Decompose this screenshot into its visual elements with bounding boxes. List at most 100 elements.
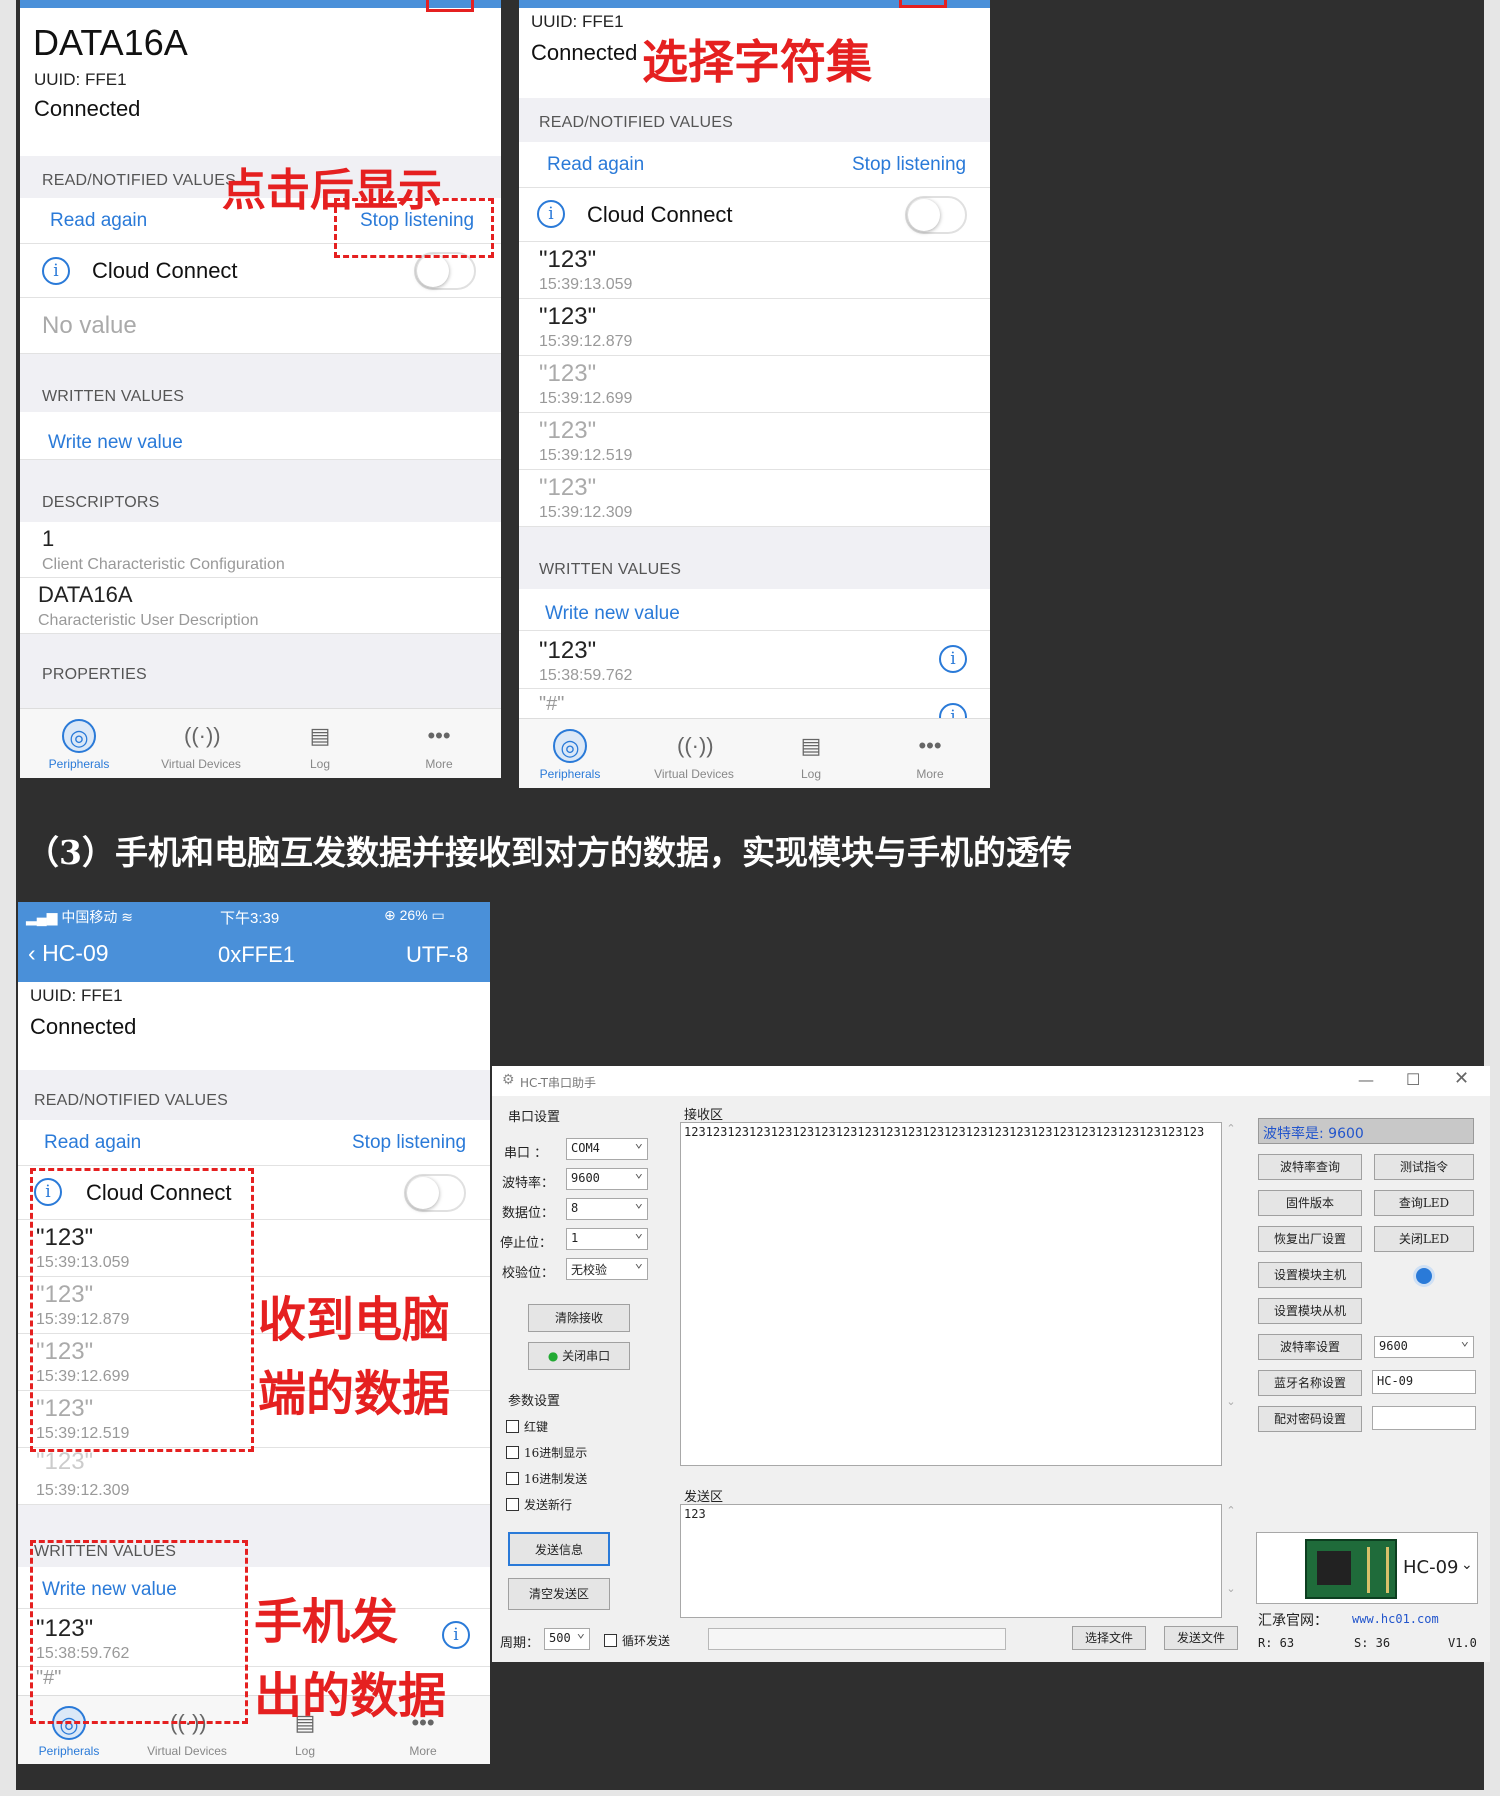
minimize-icon[interactable]: — (1358, 1070, 1374, 1089)
set-slave-button[interactable]: 设置模块从机 (1258, 1298, 1362, 1324)
baud-rate-display: 波特率是: 9600 (1258, 1118, 1474, 1144)
send-button[interactable]: 发送信息 (508, 1532, 610, 1566)
receive-textarea[interactable]: 1231231231231231231231231231231231231231… (680, 1122, 1222, 1466)
bluetooth-name-button[interactable]: 蓝牙名称设置 (1258, 1370, 1362, 1396)
info-icon[interactable]: i (42, 257, 70, 285)
checkbox-hex-display[interactable]: 16进制显示 (506, 1444, 587, 1461)
checkbox-red-key[interactable]: 红键 (506, 1418, 548, 1435)
uuid-label: UUID: FFE1 (531, 12, 624, 31)
tab-virtual-devices[interactable]: ((·)) Virtual Devices (639, 729, 749, 781)
info-icon[interactable]: i (442, 1621, 470, 1649)
tab-label: Peripherals (539, 767, 601, 781)
pair-password-button[interactable]: 配对密码设置 (1258, 1406, 1362, 1432)
module-select[interactable]: HC-09 ⌄ (1256, 1532, 1478, 1604)
value-timestamp: 15:39:12.879 (539, 333, 633, 350)
tab-log[interactable]: ▤ Log (265, 719, 375, 771)
tab-log[interactable]: ▤ Log (756, 729, 866, 781)
phone-screen-2: UUID: FFE1 Connected READ/NOTIFIED VALUE… (519, 0, 990, 788)
write-new-value-link[interactable]: Write new value (48, 432, 183, 454)
port-label: 串口 ： (504, 1146, 548, 1161)
port-settings-label: 串口设置 (508, 1110, 561, 1125)
set-master-button[interactable]: 设置模块主机 (1258, 1262, 1362, 1288)
tab-label: Peripherals (48, 757, 110, 771)
tab-peripherals[interactable]: ◎ Peripherals (24, 719, 134, 771)
descriptor-value: 1 (42, 526, 55, 551)
chevron-left-icon: ‹ (28, 940, 43, 966)
read-section-header: READ/NOTIFIED VALUES (18, 1070, 490, 1120)
website-link[interactable]: www.hc01.com (1352, 1612, 1439, 1626)
tab-peripherals[interactable]: ◎ Peripherals (519, 729, 625, 781)
port-select[interactable]: COM4 (566, 1135, 648, 1160)
port-status-icon: ● (547, 1349, 563, 1363)
checkbox-send-newline[interactable]: 发送新行 (506, 1496, 572, 1513)
annotation-received-line2: 端的数据 (258, 1366, 451, 1422)
clear-send-button[interactable]: 清空发送区 (508, 1578, 610, 1610)
checkbox-label: 发送新行 (524, 1498, 573, 1512)
info-icon[interactable]: i (939, 645, 967, 673)
read-value-row: "123" 15:39:12.519 (519, 413, 990, 470)
properties-section-header: PROPERTIES (20, 634, 501, 714)
maximize-icon[interactable]: ☐ (1406, 1070, 1420, 1089)
tab-label: Log (800, 767, 822, 781)
set-baud-button[interactable]: 波特率设置 (1258, 1334, 1362, 1360)
close-icon[interactable]: ✕ (1454, 1068, 1469, 1089)
period-input[interactable]: 500 (544, 1625, 590, 1650)
back-button[interactable]: ‹ HC-09 (28, 940, 109, 967)
choose-file-button[interactable]: 选择文件 (1072, 1626, 1146, 1650)
stop-listening-link[interactable]: Stop listening (352, 1132, 466, 1154)
receive-scrollbar[interactable]: ⌃ ⌄ (1224, 1122, 1238, 1466)
query-baud-button[interactable]: 波特率查询 (1258, 1154, 1362, 1180)
read-value-row: "123" 15:39:12.699 (519, 356, 990, 413)
tab-virtual-devices[interactable]: ((·)) Virtual Devices (146, 719, 256, 771)
test-command-button[interactable]: 测试指令 (1374, 1154, 1474, 1180)
value-timestamp: 15:39:12.519 (539, 447, 633, 464)
clear-receive-button[interactable]: 清除接收 (528, 1304, 630, 1332)
parity-select[interactable]: 无校验 (566, 1255, 648, 1280)
query-led-button[interactable]: 查询LED (1374, 1190, 1474, 1216)
close-led-button[interactable]: 关闭LED (1374, 1226, 1474, 1252)
stop-bits-select[interactable]: 1 (566, 1225, 648, 1250)
send-file-button[interactable]: 发送文件 (1164, 1626, 1238, 1650)
version-label: V1.0 (1448, 1636, 1477, 1650)
cloud-connect-toggle[interactable] (905, 196, 967, 234)
firmware-version-button[interactable]: 固件版本 (1258, 1190, 1362, 1216)
charset-button[interactable]: UTF-8 (406, 942, 468, 968)
write-new-value-link[interactable]: Write new value (545, 603, 680, 625)
broadcast-icon: ((·)) (677, 733, 714, 758)
pair-password-input[interactable] (1372, 1406, 1476, 1430)
send-area-label: 发送区 (684, 1490, 724, 1505)
info-icon[interactable]: i (537, 200, 565, 228)
data-bits-select[interactable]: 8 (566, 1195, 648, 1220)
bluetooth-name-input[interactable]: HC-09 (1372, 1370, 1476, 1394)
checkbox-label: 16进制发送 (524, 1472, 588, 1486)
read-again-link[interactable]: Read again (44, 1132, 141, 1154)
checkbox-hex-send[interactable]: 16进制发送 (506, 1470, 587, 1487)
value-timestamp: 15:39:12.699 (539, 390, 633, 407)
set-baud-select[interactable]: 9600 (1374, 1333, 1474, 1358)
annotation-sent-line2: 出的数据 (254, 1668, 447, 1724)
read-actions-row: Read again Stop listening (18, 1120, 490, 1166)
tab-more[interactable]: ••• More (875, 729, 985, 781)
device-name: DATA16A (33, 22, 188, 63)
read-actions-row: Read again Stop listening (519, 142, 990, 188)
title-bar: ⚙ HC-T串口助手 — ☐ ✕ (492, 1066, 1490, 1096)
connection-status: Connected (30, 1014, 137, 1039)
annotation-box-received (30, 1168, 254, 1452)
tab-more[interactable]: ••• More (384, 719, 494, 771)
descriptors-section-header: DESCRIPTORS (20, 460, 501, 522)
highlight-box-top (426, 0, 474, 12)
send-textarea[interactable]: 123 (680, 1504, 1222, 1618)
read-again-link[interactable]: Read again (50, 210, 147, 232)
checkbox-loop-send[interactable]: 循环发送 (604, 1632, 670, 1649)
baud-select[interactable]: 9600 (566, 1165, 648, 1190)
read-again-link[interactable]: Read again (547, 154, 644, 176)
file-path-field[interactable] (708, 1628, 1006, 1650)
factory-reset-button[interactable]: 恢复出厂设置 (1258, 1226, 1362, 1252)
nav-title: 0xFFE1 (218, 942, 296, 967)
stop-listening-link[interactable]: Stop listening (852, 154, 966, 176)
parity-label: 校验位： (502, 1266, 555, 1281)
value-text: "123" (539, 246, 597, 273)
send-scrollbar[interactable]: ⌃ ⌄ (1224, 1504, 1238, 1618)
close-port-button[interactable]: ● 关闭串口 (528, 1342, 630, 1370)
cloud-connect-toggle[interactable] (404, 1174, 466, 1212)
